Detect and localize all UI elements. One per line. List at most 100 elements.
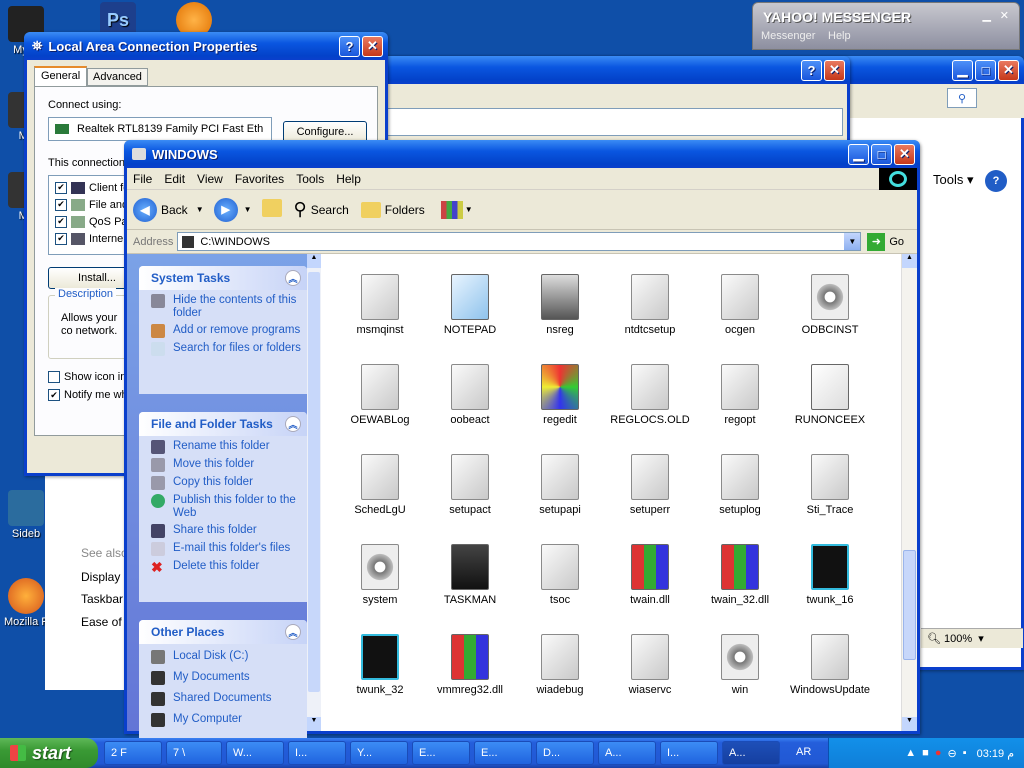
file-item[interactable]: NOTEPAD xyxy=(425,274,515,336)
link-display[interactable]: Display xyxy=(81,570,120,584)
place-my-documents[interactable]: My Documents xyxy=(151,671,301,685)
file-item[interactable]: REGLOCS.OLD xyxy=(605,364,695,426)
file-list-scrollbar[interactable]: ▲ ▼ xyxy=(901,254,917,731)
search-button[interactable]: ⚲ Search xyxy=(294,199,349,220)
file-item[interactable]: TASKMAN xyxy=(425,544,515,606)
tray-app-icon[interactable]: ■ xyxy=(922,747,929,759)
place-my-computer[interactable]: My Computer xyxy=(151,713,301,727)
place-local-disk[interactable]: Local Disk (C:) xyxy=(151,650,301,664)
up-folder-icon[interactable] xyxy=(261,199,282,220)
file-item[interactable]: Sti_Trace xyxy=(785,454,875,516)
menu-view[interactable]: View xyxy=(191,172,229,186)
checkbox-checked-icon[interactable]: ✔ xyxy=(55,198,67,211)
checkbox-checked-icon[interactable]: ✔ xyxy=(55,181,67,194)
task-hide-contents[interactable]: Hide the contents of this folder xyxy=(151,294,301,320)
file-item[interactable]: wiaservc xyxy=(605,634,695,696)
task-search-files[interactable]: Search for files or folders xyxy=(151,342,301,356)
link-ease-of-access[interactable]: Ease of xyxy=(81,615,122,629)
menu-help[interactable]: Help xyxy=(330,172,367,186)
minimize-button[interactable]: ▁ xyxy=(848,143,869,165)
menu-favorites[interactable]: Favorites xyxy=(229,172,290,186)
file-item[interactable]: ntdtcsetup xyxy=(605,274,695,336)
views-button[interactable]: ▼ xyxy=(440,200,473,219)
file-item[interactable]: regopt xyxy=(695,364,785,426)
show-icon-checkbox[interactable]: Show icon in xyxy=(48,371,126,383)
task-publish-web[interactable]: Publish this folder to the Web xyxy=(151,494,301,520)
ie-tools-menu[interactable]: Tools ▾ xyxy=(933,172,974,188)
tab-advanced[interactable]: Advanced xyxy=(87,68,148,86)
forward-button[interactable]: ▶ ▼ xyxy=(213,197,252,222)
taskbar-btn-a[interactable]: A... xyxy=(598,741,656,765)
file-item[interactable]: twain_32.dll xyxy=(695,544,785,606)
maximize-button[interactable]: □ xyxy=(871,143,892,165)
taskbar-btn-firefox[interactable]: 2 F xyxy=(104,741,162,765)
file-item[interactable]: vmmreg32.dll xyxy=(425,634,515,696)
file-item[interactable]: RUNONCEEX xyxy=(785,364,875,426)
task-delete-folder[interactable]: ✖ Delete this folder xyxy=(151,560,301,574)
address-input[interactable]: C:\WINDOWS ▼ xyxy=(177,232,862,251)
taskbar-btn-ie[interactable]: I... xyxy=(288,741,346,765)
place-shared-documents[interactable]: Shared Documents xyxy=(151,692,301,706)
taskbar-btn-photoshop[interactable]: A... xyxy=(722,741,780,765)
file-item[interactable]: regedit xyxy=(515,364,605,426)
file-item[interactable]: SchedLgU xyxy=(335,454,425,516)
checkbox-checked-icon[interactable]: ✔ xyxy=(48,389,60,401)
minimize-icon[interactable]: ▁ xyxy=(983,9,991,22)
back-button[interactable]: ◀ Back ▼ xyxy=(133,197,204,222)
link-taskbar[interactable]: Taskbar xyxy=(81,592,123,606)
minimize-button[interactable]: ▁ xyxy=(952,59,973,81)
taskbar-btn-opera[interactable]: E... xyxy=(412,741,470,765)
checkbox-checked-icon[interactable]: ✔ xyxy=(55,232,67,245)
menu-tools[interactable]: Tools xyxy=(290,172,330,186)
file-item[interactable]: twunk_16 xyxy=(785,544,875,606)
yahoo-menu-messenger[interactable]: Messenger xyxy=(761,30,815,42)
start-button[interactable]: start xyxy=(0,738,98,768)
chevron-down-icon[interactable]: ▼ xyxy=(844,233,861,250)
file-item[interactable]: ocgen xyxy=(695,274,785,336)
task-email-files[interactable]: E-mail this folder's files xyxy=(151,542,301,556)
task-pane-scrollbar[interactable]: ▲ ▼ xyxy=(307,254,321,731)
scroll-thumb[interactable] xyxy=(903,550,916,660)
yahoo-menu-help[interactable]: Help xyxy=(828,30,851,42)
file-item[interactable]: twunk_32 xyxy=(335,634,425,696)
folders-button[interactable]: Folders xyxy=(360,201,425,218)
help-button[interactable]: ? xyxy=(801,59,822,81)
file-item[interactable]: WindowsUpdate xyxy=(785,634,875,696)
file-item[interactable]: system xyxy=(335,544,425,606)
task-share-folder[interactable]: Share this folder xyxy=(151,524,301,538)
taskbar-btn-yahoo[interactable]: Y... xyxy=(350,741,408,765)
close-button[interactable]: ✕ xyxy=(362,35,383,57)
opera-tray-icon[interactable]: ● xyxy=(935,747,942,759)
checkbox-checked-icon[interactable]: ✔ xyxy=(55,215,67,228)
notify-checkbox[interactable]: ✔ Notify me wh xyxy=(48,389,128,401)
file-item[interactable]: setuplog xyxy=(695,454,785,516)
file-item[interactable]: msmqinst xyxy=(335,274,425,336)
task-copy-folder[interactable]: Copy this folder xyxy=(151,476,301,490)
collapse-icon[interactable]: ︽ xyxy=(285,416,301,432)
checkbox-unchecked-icon[interactable] xyxy=(48,371,60,383)
file-item[interactable]: setupact xyxy=(425,454,515,516)
file-item[interactable]: win xyxy=(695,634,785,696)
collapse-icon[interactable]: ︽ xyxy=(285,624,301,640)
taskbar-btn-d[interactable]: D... xyxy=(536,741,594,765)
help-icon[interactable]: ? xyxy=(985,170,1007,192)
clock[interactable]: 03:19 م xyxy=(977,747,1014,760)
tab-general[interactable]: General xyxy=(34,66,88,86)
network-tray-icon[interactable]: ▲ xyxy=(905,747,916,759)
taskbar-btn-group[interactable]: 7 \ xyxy=(166,741,222,765)
taskbar-btn-i[interactable]: I... xyxy=(660,741,718,765)
close-button[interactable]: ✕ xyxy=(824,59,845,81)
file-item[interactable]: oobeact xyxy=(425,364,515,426)
file-item[interactable]: tsoc xyxy=(515,544,605,606)
maximize-button[interactable]: □ xyxy=(975,59,996,81)
close-button[interactable]: ✕ xyxy=(998,59,1019,81)
language-indicator[interactable]: AR xyxy=(796,746,811,758)
close-icon[interactable]: ✕ xyxy=(1000,9,1009,22)
taskbar-btn-windows[interactable]: W... xyxy=(226,741,284,765)
close-button[interactable]: ✕ xyxy=(894,143,915,165)
file-item[interactable]: setuperr xyxy=(605,454,695,516)
search-go-button[interactable]: ⚲ xyxy=(947,88,977,108)
file-item[interactable]: twain.dll xyxy=(605,544,695,606)
menu-edit[interactable]: Edit xyxy=(158,172,191,186)
go-button[interactable]: ➜ Go xyxy=(867,232,904,251)
